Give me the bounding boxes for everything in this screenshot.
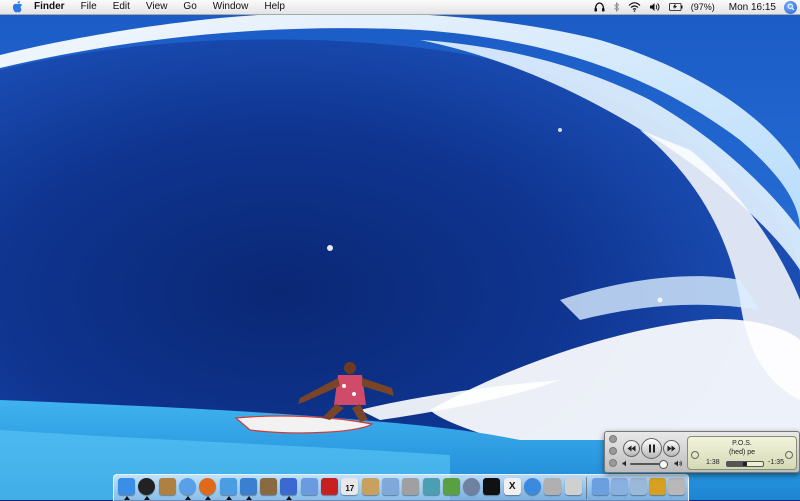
volume-slider[interactable] xyxy=(622,460,682,469)
song-artist: (hed) pe xyxy=(728,449,756,456)
volume-low-icon xyxy=(622,460,626,467)
spotlight-icon[interactable] xyxy=(784,0,797,14)
dock-system-preferences-icon[interactable] xyxy=(463,478,481,495)
headphones-icon[interactable] xyxy=(590,0,609,14)
volume-knob[interactable] xyxy=(659,460,669,469)
dock: 17 X xyxy=(113,474,689,501)
dock-ical-icon[interactable]: 17 xyxy=(341,478,359,495)
remaining-time: -1:35 xyxy=(768,459,784,466)
dock-about-mac-icon[interactable] xyxy=(564,478,582,495)
wifi-icon[interactable] xyxy=(624,0,645,14)
pause-button[interactable] xyxy=(641,438,662,459)
menu-view[interactable]: View xyxy=(138,0,176,14)
dock-finder-icon[interactable] xyxy=(118,478,135,495)
dock-ichat-icon[interactable] xyxy=(219,478,237,495)
minimize-window-button[interactable] xyxy=(609,447,617,455)
dock-imovie-icon[interactable] xyxy=(280,478,298,495)
menu-clock[interactable]: Mon 16:15 xyxy=(719,2,784,13)
dock-automator-icon[interactable] xyxy=(402,478,420,495)
dock-utilities-folder-icon[interactable] xyxy=(630,478,647,495)
apple-logo-icon[interactable] xyxy=(6,0,28,14)
zoom-window-button[interactable] xyxy=(609,459,617,467)
dock-terminal-icon[interactable] xyxy=(483,478,501,495)
dock-running-indicator xyxy=(245,496,252,500)
dock-red-book-app-icon[interactable] xyxy=(321,478,338,495)
song-title: P.O.S. xyxy=(732,440,752,447)
dock-running-indicator xyxy=(205,496,212,500)
dock-lock-app-icon[interactable] xyxy=(649,478,666,495)
x11-glyph: X xyxy=(508,481,516,492)
dock-network-utility-icon[interactable] xyxy=(524,478,541,495)
menu-bar: Finder File Edit View Go Window Help (97… xyxy=(0,0,800,15)
dock-ilife-app-icon[interactable] xyxy=(422,478,440,495)
menu-edit[interactable]: Edit xyxy=(105,0,138,14)
battery-percentage[interactable]: (97%) xyxy=(687,0,719,14)
volume-icon[interactable] xyxy=(645,0,665,14)
dock-running-indicator xyxy=(286,496,293,500)
volume-high-icon xyxy=(674,460,682,467)
dock-applications-folder-icon[interactable] xyxy=(592,478,609,495)
battery-icon[interactable] xyxy=(665,0,687,14)
menu-help[interactable]: Help xyxy=(256,0,293,14)
elapsed-time: 1:38 xyxy=(706,459,720,466)
itunes-lcd-display[interactable]: P.O.S. (hed) pe 1:38 -1:35 xyxy=(687,436,797,470)
dock-address-book-icon[interactable] xyxy=(361,478,379,495)
dock-firefox-icon[interactable] xyxy=(199,478,217,495)
playback-progress-bar[interactable] xyxy=(726,461,764,467)
bluetooth-icon[interactable] xyxy=(609,0,624,14)
dock-trash-icon[interactable] xyxy=(668,478,685,495)
itunes-mini-player: P.O.S. (hed) pe 1:38 -1:35 xyxy=(604,431,800,473)
menu-bar-status: (97%) Mon 16:15 xyxy=(590,0,800,14)
dock-running-indicator xyxy=(124,496,130,500)
menu-window[interactable]: Window xyxy=(205,0,257,14)
dock-running-indicator xyxy=(144,496,151,500)
next-track-button[interactable] xyxy=(663,440,680,457)
dock-separator xyxy=(586,477,587,499)
menu-file[interactable]: File xyxy=(73,0,105,14)
ical-day-number: 17 xyxy=(345,484,355,493)
dock-dashboard-icon[interactable] xyxy=(138,478,156,495)
dock-iphoto-icon[interactable] xyxy=(260,478,278,495)
menu-app-finder[interactable]: Finder xyxy=(28,0,73,14)
dock-calculator-icon[interactable] xyxy=(544,478,562,495)
dock-bittorrent-icon[interactable] xyxy=(442,478,460,495)
dock-preview-icon[interactable] xyxy=(381,478,399,495)
menu-bar-left: Finder File Edit View Go Window Help xyxy=(0,0,293,14)
close-window-button[interactable] xyxy=(609,435,617,443)
dock-running-indicator xyxy=(225,496,232,500)
dock-photo-app-icon[interactable] xyxy=(158,478,176,495)
dock-running-indicator xyxy=(184,496,191,500)
dock-itunes-icon[interactable] xyxy=(239,478,257,495)
playback-position-knob[interactable] xyxy=(743,462,747,466)
dock-safari-icon[interactable] xyxy=(178,478,196,495)
dock-x11-icon[interactable]: X xyxy=(503,478,521,495)
dock-documents-folder-icon[interactable] xyxy=(611,478,628,495)
previous-track-button[interactable] xyxy=(623,440,640,457)
dock-idvd-icon[interactable] xyxy=(300,478,318,495)
lcd-mode-icon[interactable] xyxy=(785,451,793,459)
menu-go[interactable]: Go xyxy=(175,0,204,14)
desktop-wallpaper xyxy=(0,0,800,500)
